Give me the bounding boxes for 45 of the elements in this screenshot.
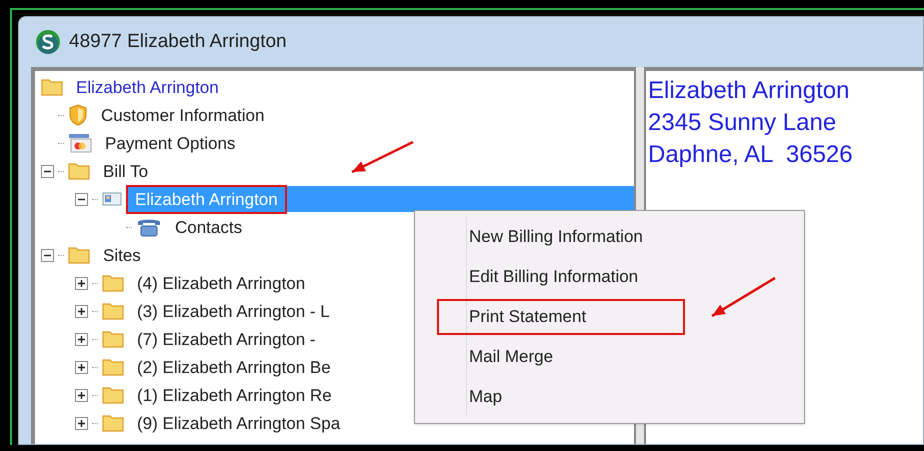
expand-toggle[interactable] [75, 360, 88, 374]
folder-icon [102, 386, 124, 404]
folder-icon [102, 274, 124, 292]
address-line: 2345 Sunny Lane [648, 108, 838, 138]
address-line: Daphne, AL 36526 [648, 140, 854, 170]
folder-icon [102, 330, 124, 348]
tree-item[interactable]: (1) Elizabeth Arrington Re [128, 380, 341, 410]
annotation-arrow [711, 276, 776, 318]
tree-item[interactable]: (3) Elizabeth Arrington - L [128, 296, 339, 326]
collapse-toggle[interactable] [75, 192, 88, 206]
app-logo-icon [35, 29, 61, 55]
folder-icon [102, 302, 124, 320]
folder-icon [41, 78, 63, 96]
menu-item[interactable]: Map [437, 379, 685, 415]
expand-toggle[interactable] [75, 276, 88, 290]
address-line: Elizabeth Arrington [648, 76, 850, 106]
tree-item[interactable]: (4) Elizabeth Arrington [128, 268, 314, 298]
tree-item[interactable]: Sites [94, 240, 150, 270]
tree-item[interactable]: (2) Elizabeth Arrington Be [128, 352, 340, 382]
tree-item[interactable]: (7) Elizabeth Arrington - [128, 324, 325, 354]
tree-item[interactable]: Customer Information [92, 100, 274, 130]
menu-item[interactable]: Mail Merge [437, 339, 685, 375]
menu-item[interactable]: Print Statement [437, 299, 685, 335]
folder-icon [102, 358, 124, 376]
annotation-arrow [351, 140, 414, 174]
collapse-toggle[interactable] [41, 164, 54, 178]
expand-toggle[interactable] [75, 416, 88, 430]
window-title: 48977 Elizabeth Arrington [69, 30, 287, 54]
expand-toggle[interactable] [75, 388, 88, 402]
tree-item[interactable]: (9) Elizabeth Arrington Spa [128, 408, 350, 438]
folder-icon [102, 414, 124, 432]
payment-card-icon [68, 133, 92, 153]
expand-toggle[interactable] [75, 332, 88, 346]
contact-card-icon [102, 191, 122, 207]
folder-icon [68, 246, 90, 264]
tree-item[interactable]: Contacts [166, 212, 252, 242]
folder-icon [68, 162, 90, 180]
expand-toggle[interactable] [75, 304, 88, 318]
tree-item[interactable]: Payment Options [96, 128, 244, 158]
shield-icon [68, 104, 88, 126]
menu-item[interactable]: Edit Billing Information [437, 259, 685, 295]
menu-item[interactable]: New Billing Information [437, 219, 685, 255]
collapse-toggle[interactable] [41, 248, 54, 262]
tree-item[interactable]: Bill To [94, 156, 158, 186]
tree-item[interactable]: Elizabeth Arrington [67, 72, 228, 102]
